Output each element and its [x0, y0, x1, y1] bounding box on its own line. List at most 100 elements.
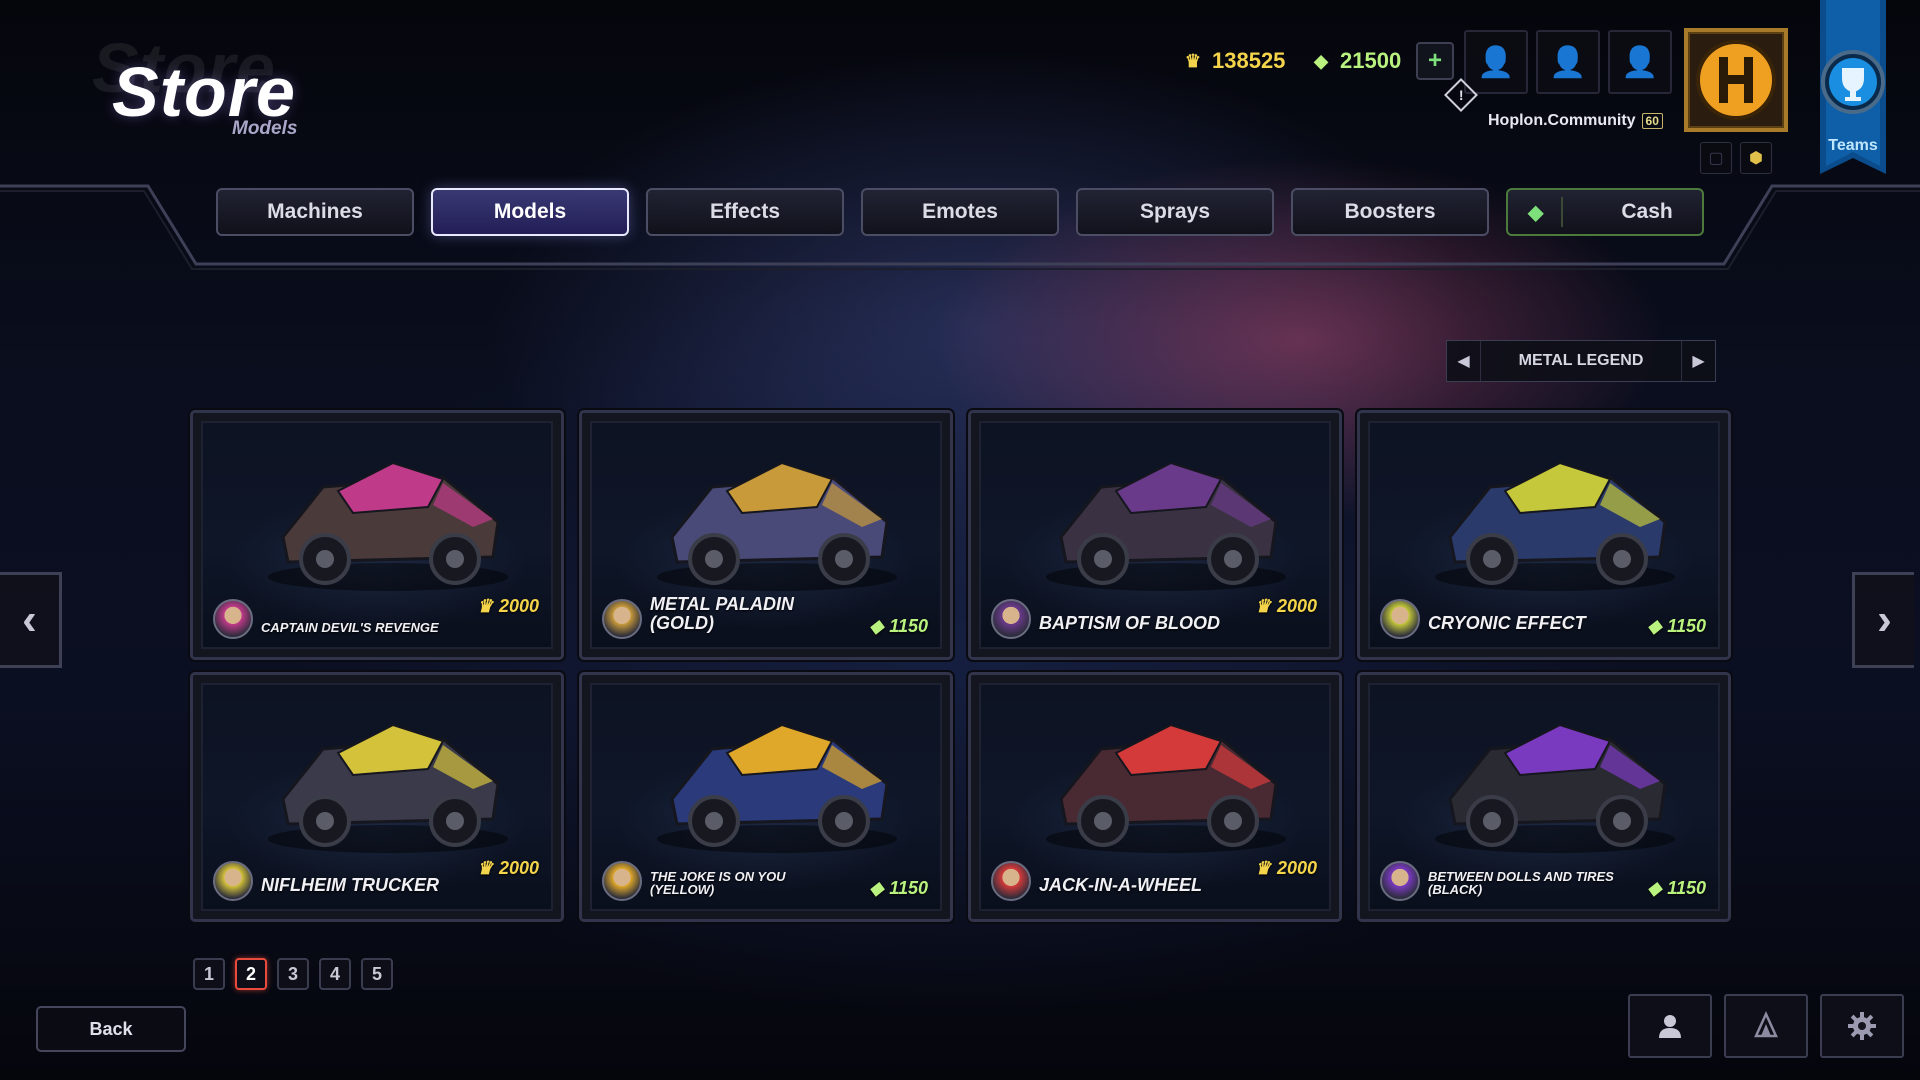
- crown-coin-icon: ♛: [1184, 50, 1202, 71]
- tab-models[interactable]: Models: [431, 188, 629, 236]
- driver-avatar: [991, 861, 1031, 901]
- chevron-right-icon: ›: [1877, 595, 1892, 644]
- vehicle-image: [1435, 461, 1675, 591]
- page-button[interactable]: 3: [277, 958, 309, 990]
- tab-machines[interactable]: Machines: [216, 188, 414, 236]
- model-card[interactable]: NIFLHEIM TRUCKER ♛ 2000: [190, 672, 564, 922]
- card-price-value: 1150: [1667, 878, 1706, 898]
- driver-avatar: [602, 861, 642, 901]
- card-price-value: 2000: [1276, 858, 1317, 878]
- card-price-value: 2000: [1276, 596, 1317, 616]
- card-price-value: 2000: [498, 596, 539, 616]
- spray-icon: [1754, 1010, 1778, 1038]
- vehicle-image: [1046, 461, 1286, 591]
- next-page-arrow[interactable]: ›: [1852, 572, 1914, 668]
- vehicle-image: [657, 723, 897, 853]
- page-button[interactable]: 2: [235, 958, 267, 990]
- card-price: ◆ 1150: [1647, 616, 1706, 637]
- model-card[interactable]: BAPTISM OF BLOOD ♛ 2000: [968, 410, 1342, 660]
- gold-balance: ♛ 138525: [1182, 44, 1286, 78]
- card-background: JACK-IN-A-WHEEL ♛ 2000: [979, 683, 1331, 911]
- card-title: BAPTISM OF BLOOD: [1039, 613, 1220, 634]
- vehicle-image: [268, 723, 508, 853]
- party-slot-3[interactable]: 👤: [1608, 30, 1672, 94]
- gem-icon: ◆: [1647, 616, 1662, 636]
- gem-icon: ◆: [1314, 50, 1328, 71]
- card-background: BAPTISM OF BLOOD ♛ 2000: [979, 421, 1331, 649]
- party-slot-2[interactable]: 👤: [1536, 30, 1600, 94]
- card-background: CRYONIC EFFECT ◆ 1150: [1368, 421, 1720, 649]
- vehicle-image: [657, 461, 897, 591]
- card-price: ♛ 2000: [477, 596, 539, 617]
- card-background: THE JOKE IS ON YOU (YELLOW) ◆ 1150: [590, 683, 942, 911]
- add-friend-icon: 👤: [1621, 45, 1659, 79]
- card-title: BETWEEN DOLLS AND TIRES (BLACK): [1428, 868, 1614, 898]
- driver-avatar: [1380, 861, 1420, 901]
- card-title: NIFLHEIM TRUCKER: [261, 875, 439, 896]
- card-price-value: 1150: [1667, 616, 1706, 636]
- level-badge: 60: [1641, 113, 1663, 129]
- tab-sprays[interactable]: Sprays: [1076, 188, 1274, 236]
- prev-page-arrow[interactable]: ‹: [0, 572, 62, 668]
- tab-effects[interactable]: Effects: [646, 188, 844, 236]
- card-price: ♛ 2000: [1255, 596, 1317, 617]
- gear-icon: [1848, 1012, 1876, 1040]
- add-cash-button[interactable]: +: [1416, 42, 1454, 80]
- card-price-value: 1150: [889, 616, 928, 636]
- crown-coin-icon: ♛: [476, 858, 493, 878]
- selector-prev-button[interactable]: ◀: [1447, 341, 1481, 381]
- page-button[interactable]: 4: [319, 958, 351, 990]
- card-price: ◆ 1150: [1647, 878, 1706, 899]
- emblem-icon: [1696, 40, 1776, 120]
- back-button[interactable]: Back: [36, 1006, 186, 1052]
- tab-boosters[interactable]: Boosters: [1291, 188, 1489, 236]
- page-button[interactable]: 1: [193, 958, 225, 990]
- loot-box-icon[interactable]: ⬢: [1740, 142, 1772, 174]
- card-title: CRYONIC EFFECT: [1428, 613, 1586, 634]
- vehicle-image: [1435, 723, 1675, 853]
- card-price: ♛ 2000: [477, 858, 539, 879]
- page-button[interactable]: 5: [361, 958, 393, 990]
- card-title: CAPTAIN DEVIL'S REVENGE: [261, 620, 439, 636]
- lock-icon[interactable]: ▢: [1700, 142, 1732, 174]
- driver-avatar: [1380, 599, 1420, 639]
- card-background: CAPTAIN DEVIL'S REVENGE ♛ 2000: [201, 421, 553, 649]
- gold-amount: 138525: [1212, 48, 1286, 73]
- model-card[interactable]: THE JOKE IS ON YOU (YELLOW) ◆ 1150: [579, 672, 953, 922]
- model-card[interactable]: CRYONIC EFFECT ◆ 1150: [1357, 410, 1731, 660]
- chevron-left-icon: ‹: [22, 595, 37, 644]
- add-friend-icon: 👤: [1477, 45, 1515, 79]
- driver-avatar: [213, 861, 253, 901]
- gem-icon: ◆: [1647, 878, 1662, 898]
- crown-coin-icon: ♛: [476, 596, 493, 616]
- selector-next-button[interactable]: ▶: [1681, 341, 1715, 381]
- model-card[interactable]: METAL PALADIN (GOLD) ◆ 1150: [579, 410, 953, 660]
- model-card[interactable]: JACK-IN-A-WHEEL ♛ 2000: [968, 672, 1342, 922]
- collection-selector: ◀ METAL LEGEND ▶: [1446, 340, 1716, 382]
- card-price: ◆ 1150: [869, 878, 928, 899]
- page-subtitle: Models: [232, 118, 298, 139]
- player-avatar[interactable]: [1684, 28, 1788, 132]
- model-card[interactable]: CAPTAIN DEVIL'S REVENGE ♛ 2000: [190, 410, 564, 660]
- card-price-value: 2000: [498, 858, 539, 878]
- tab-cash-label: Cash: [1621, 200, 1673, 223]
- selector-label: METAL LEGEND: [1518, 352, 1644, 369]
- vehicle-image: [268, 461, 508, 591]
- spray-button[interactable]: [1724, 994, 1808, 1058]
- driver-avatar: [213, 599, 253, 639]
- cash-amount: 21500: [1340, 48, 1402, 73]
- driver-avatar: [602, 599, 642, 639]
- model-card[interactable]: BETWEEN DOLLS AND TIRES (BLACK) ◆ 1150: [1357, 672, 1731, 922]
- person-icon: [1659, 1015, 1681, 1038]
- username-label: Hoplon.Community: [1488, 112, 1636, 129]
- tab-divider: [1561, 197, 1564, 227]
- tab-cash[interactable]: ◆ Cash: [1506, 188, 1704, 236]
- profile-button[interactable]: [1628, 994, 1712, 1058]
- settings-button[interactable]: [1820, 994, 1904, 1058]
- party-slot-1[interactable]: 👤: [1464, 30, 1528, 94]
- card-background: NIFLHEIM TRUCKER ♛ 2000: [201, 683, 553, 911]
- vehicle-image: [1046, 723, 1286, 853]
- teams-label: Teams: [1828, 137, 1878, 154]
- tab-emotes[interactable]: Emotes: [861, 188, 1059, 236]
- card-title: JACK-IN-A-WHEEL: [1039, 875, 1202, 896]
